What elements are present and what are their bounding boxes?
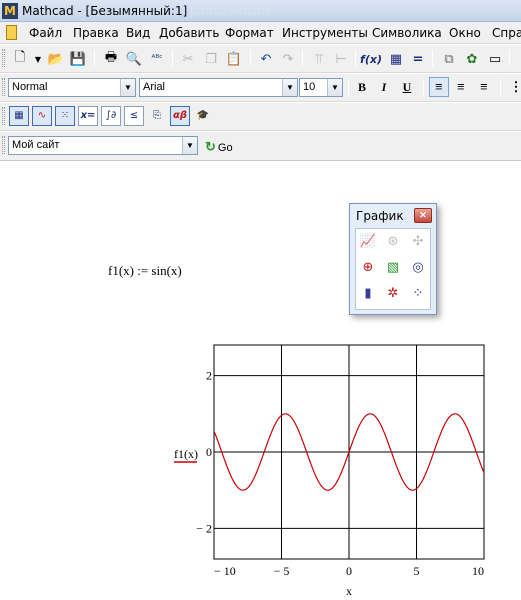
- menu-format[interactable]: Формат: [225, 26, 274, 40]
- resource-site-value: Мой сайт: [12, 139, 60, 151]
- vector-field-icon[interactable]: ⁘: [408, 284, 428, 304]
- italic-button[interactable]: I: [374, 77, 394, 97]
- standard-toolbar: 🗋 ▼ 📂 💾 🖶 🔍 ᴬᴮᶜ ✂ ❐ 📋 ↶ ↷ ⫪ ⊢ f(x) ▦ = ⧉…: [0, 45, 521, 73]
- resource-site-select[interactable]: Мой сайт ▼: [8, 136, 198, 155]
- save-icon[interactable]: 💾: [68, 49, 88, 69]
- print-icon[interactable]: 🖶: [101, 49, 121, 69]
- toolbar-grip[interactable]: [2, 136, 5, 154]
- menu-edit[interactable]: Правка: [73, 26, 119, 40]
- scatter-3d-icon[interactable]: ✲: [383, 284, 403, 304]
- menu-help[interactable]: Справ: [492, 26, 521, 40]
- toolbar-separator: [348, 79, 349, 95]
- align-left-icon[interactable]: ≡: [429, 77, 449, 97]
- underline-button[interactable]: U: [397, 77, 417, 97]
- font-value: Arial: [143, 81, 166, 93]
- toolbar-separator: [172, 50, 173, 66]
- toolbar-separator: [250, 50, 251, 66]
- resource-center-icon[interactable]: ⧉: [439, 49, 459, 69]
- polar-plot-icon[interactable]: ⊛: [383, 232, 403, 252]
- style-value: Normal: [12, 81, 48, 93]
- toolbar-grip[interactable]: [2, 49, 5, 67]
- resources-toolbar: Мой сайт ▼: [0, 132, 521, 161]
- style-select[interactable]: Normal ▼: [8, 78, 136, 97]
- contour-plot-icon[interactable]: ◎: [408, 258, 428, 278]
- new-document-icon[interactable]: 🗋: [10, 49, 30, 69]
- menu-insert[interactable]: Добавить: [159, 26, 219, 40]
- font-select[interactable]: Arial ▼: [139, 78, 298, 97]
- bullets-icon[interactable]: ⋮: [506, 77, 521, 97]
- matrix-toolbar-icon[interactable]: ⁙: [55, 106, 75, 126]
- insert-unit-icon[interactable]: ▦: [386, 49, 406, 69]
- menu-symbolics[interactable]: Символика: [372, 26, 442, 40]
- menu-window[interactable]: Окно: [449, 26, 481, 40]
- component-wizard-icon[interactable]: ✿: [462, 49, 482, 69]
- calculate-icon[interactable]: =: [408, 49, 428, 69]
- worksheet-canvas[interactable]: [0, 164, 521, 600]
- calculus-toolbar-icon[interactable]: ∫∂: [101, 106, 121, 126]
- greek-toolbar-icon[interactable]: αβ: [170, 106, 190, 126]
- go-button[interactable]: ↻ Go: [205, 137, 233, 157]
- copy-icon[interactable]: ❐: [201, 49, 221, 69]
- toolbar-separator: [302, 50, 303, 66]
- toolbar-separator: [509, 50, 510, 66]
- redo-icon[interactable]: ↷: [278, 49, 298, 69]
- paste-icon[interactable]: 📋: [224, 49, 244, 69]
- chevron-down-icon: ▼: [182, 137, 197, 154]
- cut-icon[interactable]: ✂: [178, 49, 198, 69]
- align-left-icon[interactable]: ⊢: [331, 49, 351, 69]
- new-dropdown-arrow-icon[interactable]: ▼: [28, 49, 48, 69]
- toolbar-separator: [94, 50, 95, 66]
- evaluation-toolbar-icon[interactable]: x=: [78, 106, 98, 126]
- menu-tools[interactable]: Инструменты: [282, 26, 368, 40]
- calculator-toolbar-icon[interactable]: ▦: [9, 106, 29, 126]
- graph-palette-title: График: [356, 209, 404, 223]
- close-icon[interactable]: ✕: [414, 208, 432, 223]
- menu-bar: Файл Правка Вид Добавить Формат Инструме…: [0, 22, 521, 44]
- spell-check-icon[interactable]: ᴬᴮᶜ: [147, 49, 167, 69]
- window-title: Mathcad - [Безымянный:1]: [22, 4, 188, 18]
- align-center-icon[interactable]: ≡: [451, 77, 471, 97]
- graph-palette: График ✕ 📈 ⊛ ✣ ⊕ ▧ ◎ ▮ ✲ ⁘: [349, 203, 437, 315]
- chevron-down-icon: ▼: [282, 79, 297, 96]
- go-label: Go: [217, 142, 233, 154]
- toolbar-separator: [355, 50, 356, 66]
- programming-toolbar-icon[interactable]: ⎘: [147, 106, 167, 126]
- function-definition[interactable]: f1(x) := sin(x): [108, 263, 182, 279]
- open-folder-icon[interactable]: 📂: [46, 49, 66, 69]
- title-bar: M Mathcad - [Безымянный:1] Jumaz Amam: [0, 0, 521, 22]
- align-top-icon[interactable]: ⫪: [309, 49, 329, 69]
- menu-view[interactable]: Вид: [126, 26, 150, 40]
- boolean-toolbar-icon[interactable]: ≤: [124, 106, 144, 126]
- toolbar-separator: [423, 79, 424, 95]
- window-icon[interactable]: ▭: [485, 49, 505, 69]
- document-menu-icon[interactable]: [6, 25, 17, 40]
- toolbar-grip[interactable]: [2, 78, 5, 96]
- xy-plot-icon[interactable]: 📈: [358, 232, 378, 252]
- toolbar-separator: [500, 79, 501, 95]
- insert-function-icon[interactable]: f(x): [360, 49, 382, 69]
- toolbar-grip[interactable]: [2, 107, 5, 125]
- go-arrow-icon: ↻: [205, 139, 216, 154]
- undo-icon[interactable]: ↶: [256, 49, 276, 69]
- symbolic-toolbar-icon[interactable]: 🎓: [193, 106, 213, 126]
- bar-3d-icon[interactable]: ▮: [358, 284, 378, 304]
- graph-toolbar-icon[interactable]: ∿: [32, 106, 52, 126]
- surface-plot-icon[interactable]: ✣: [408, 232, 428, 252]
- print-preview-icon[interactable]: 🔍: [124, 49, 144, 69]
- font-size-select[interactable]: 10 ▼: [299, 78, 343, 97]
- menu-file[interactable]: Файл: [29, 26, 62, 40]
- graph-palette-body: 📈 ⊛ ✣ ⊕ ▧ ◎ ▮ ✲ ⁘: [355, 228, 431, 310]
- polar-plot-icon[interactable]: ⊕: [358, 258, 378, 278]
- surface-3d-icon[interactable]: ▧: [383, 258, 403, 278]
- bold-button[interactable]: B: [352, 77, 372, 97]
- mathcad-app-icon[interactable]: M: [2, 3, 18, 19]
- window-title-ghost: Jumaz Amam: [190, 4, 270, 18]
- font-size-value: 10: [303, 81, 316, 93]
- align-right-icon[interactable]: ≡: [474, 77, 494, 97]
- chevron-down-icon: ▼: [327, 79, 342, 96]
- chevron-down-icon: ▼: [120, 79, 135, 96]
- toolbar-separator: [432, 50, 433, 66]
